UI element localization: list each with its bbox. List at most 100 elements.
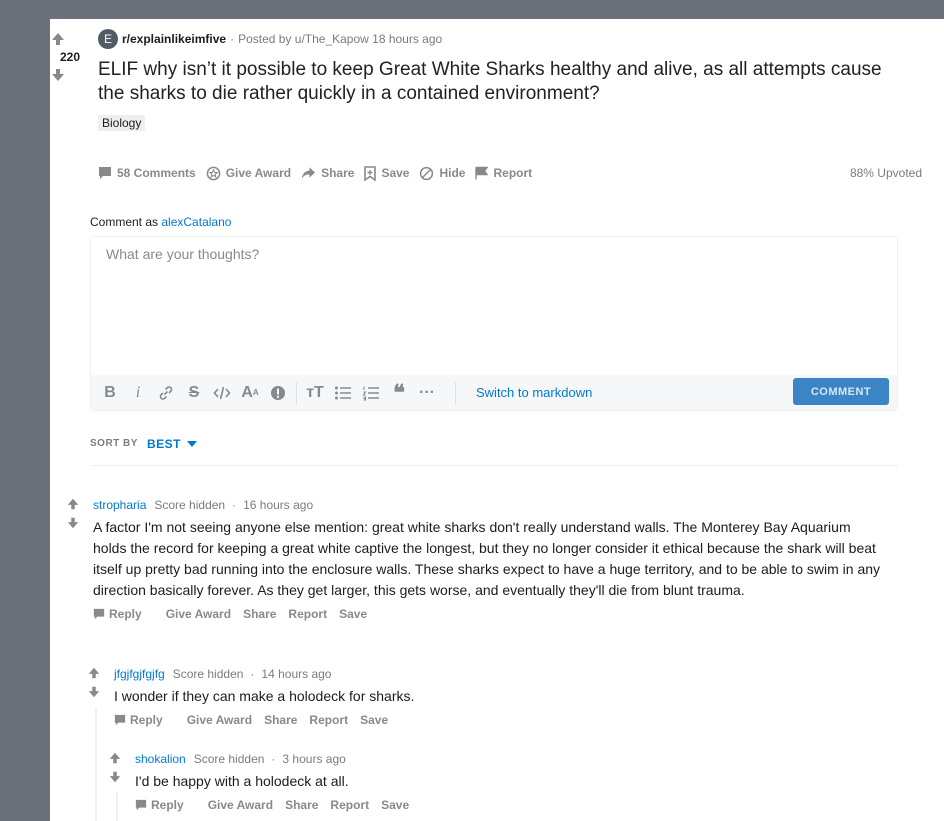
post-action-bar: 58 Comments Give Award Share Save Hide R… bbox=[98, 164, 922, 182]
share-icon bbox=[302, 167, 316, 179]
comment-body: I wonder if they can make a holodeck for… bbox=[114, 688, 415, 704]
sort-bar: SORT BY BEST bbox=[90, 437, 898, 466]
subreddit-icon[interactable]: E bbox=[98, 29, 118, 49]
share-button[interactable]: Share bbox=[264, 713, 297, 727]
comment-header: shokalion Score hidden · 3 hours ago bbox=[135, 751, 875, 767]
hide-button[interactable]: Hide bbox=[419, 166, 465, 181]
toolbar-divider bbox=[296, 381, 297, 404]
reply-label: Reply bbox=[109, 607, 142, 621]
link-icon[interactable] bbox=[152, 379, 180, 407]
comment-icon bbox=[114, 714, 126, 726]
comment-vote-column bbox=[87, 666, 107, 699]
report-button[interactable]: Report bbox=[288, 607, 327, 621]
reply-button[interactable]: Reply bbox=[114, 713, 175, 727]
comment-textarea[interactable] bbox=[91, 237, 897, 376]
comment-author[interactable]: shokalion bbox=[135, 752, 186, 766]
comment-body: A factor I'm not seeing anyone else ment… bbox=[93, 519, 881, 598]
meta-separator: · bbox=[250, 667, 255, 681]
upvote-arrow-icon[interactable] bbox=[66, 497, 86, 511]
switch-to-markdown-link[interactable]: Switch to markdown bbox=[476, 385, 592, 400]
comment-header: jfgjfgjfgjfg Score hidden · 14 hours ago bbox=[114, 666, 874, 682]
post-title: ELIF why isn’t it possible to keep Great… bbox=[98, 59, 882, 104]
share-label: Share bbox=[321, 166, 355, 180]
comment-body: I'd be happy with a holodeck at all. bbox=[135, 773, 349, 789]
report-button[interactable]: Report bbox=[309, 713, 348, 727]
comment-icon bbox=[99, 167, 111, 179]
meta-separator: · bbox=[271, 752, 276, 766]
downvote-arrow-icon[interactable] bbox=[66, 516, 86, 530]
caret-down-icon bbox=[186, 441, 197, 447]
comment-as-label: Comment as bbox=[90, 215, 159, 229]
comment-actions: Reply Give Award Share Report Save bbox=[93, 606, 883, 622]
posted-by: Posted by u/The_Kapow 18 hours ago bbox=[238, 32, 443, 46]
numbered-list-icon[interactable] bbox=[357, 379, 385, 407]
upvote-arrow-icon[interactable] bbox=[50, 31, 90, 47]
comment-submit-button[interactable]: COMMENT bbox=[793, 378, 889, 405]
comments-label: 58 Comments bbox=[117, 166, 196, 180]
downvote-arrow-icon[interactable] bbox=[87, 685, 107, 699]
report-label: Report bbox=[493, 166, 533, 180]
report-button[interactable]: Report bbox=[475, 166, 532, 180]
comment-time[interactable]: 16 hours ago bbox=[243, 498, 313, 512]
comment-time[interactable]: 3 hours ago bbox=[282, 752, 345, 766]
vote-count: 220 bbox=[59, 50, 81, 64]
upvote-arrow-icon[interactable] bbox=[108, 751, 128, 765]
sort-dropdown[interactable]: BEST bbox=[147, 437, 197, 451]
comments-button[interactable]: 58 Comments bbox=[98, 166, 196, 180]
save-button[interactable]: Save bbox=[381, 798, 409, 812]
post-meta: E r/explainlikeimfive · Posted by u/The_… bbox=[98, 29, 924, 49]
superscript-icon[interactable]: AA bbox=[236, 379, 264, 407]
comment-actions: Reply Give Award Share Report Save bbox=[135, 797, 875, 813]
sort-value: BEST bbox=[146, 437, 181, 451]
username-link[interactable]: alexCatalano bbox=[161, 215, 231, 229]
give-award-button[interactable]: Give Award bbox=[208, 798, 273, 812]
save-button[interactable]: Save bbox=[339, 607, 367, 621]
comment-author[interactable]: stropharia bbox=[93, 498, 146, 512]
post-content: E r/explainlikeimfive · Posted by u/The_… bbox=[98, 29, 924, 132]
post-card: 220 E r/explainlikeimfive · Posted by u/… bbox=[50, 19, 944, 821]
meta-separator: · bbox=[230, 32, 235, 46]
code-icon[interactable] bbox=[208, 379, 236, 407]
downvote-arrow-icon[interactable] bbox=[50, 67, 90, 83]
save-button[interactable]: Save bbox=[360, 713, 388, 727]
give-award-button[interactable]: Give Award bbox=[187, 713, 252, 727]
bulleted-list-icon[interactable] bbox=[329, 379, 357, 407]
comment-editor: B i S AA тT ❝ ··· Switch to m bbox=[90, 236, 898, 411]
comment-vote-column bbox=[66, 497, 86, 530]
share-button[interactable]: Share bbox=[243, 607, 276, 621]
reply-button[interactable]: Reply bbox=[93, 607, 154, 621]
reply-button[interactable]: Reply bbox=[135, 798, 196, 812]
more-options-icon[interactable]: ··· bbox=[413, 379, 441, 407]
comment-as-line: Comment as alexCatalano bbox=[90, 215, 231, 229]
comment-time[interactable]: 14 hours ago bbox=[261, 667, 331, 681]
upvote-arrow-icon[interactable] bbox=[87, 666, 107, 680]
subreddit-link[interactable]: r/explainlikeimfive bbox=[122, 32, 226, 46]
award-icon bbox=[206, 166, 221, 180]
post-vote-column: 220 bbox=[50, 31, 90, 83]
comment-icon bbox=[93, 608, 105, 620]
meta-separator: · bbox=[232, 498, 237, 512]
hide-icon bbox=[420, 166, 434, 180]
strikethrough-icon[interactable]: S bbox=[180, 379, 208, 407]
spoiler-icon[interactable] bbox=[264, 379, 292, 407]
share-button[interactable]: Share bbox=[301, 166, 354, 180]
heading-icon[interactable]: тT bbox=[301, 379, 329, 407]
bold-icon[interactable]: B bbox=[96, 379, 124, 407]
report-button[interactable]: Report bbox=[330, 798, 369, 812]
toolbar-divider-2 bbox=[455, 381, 456, 404]
comment-author[interactable]: jfgjfgjfgjfg bbox=[114, 667, 165, 681]
upvote-ratio: 88% Upvoted bbox=[849, 166, 922, 180]
comment-actions: Reply Give Award Share Report Save bbox=[114, 712, 874, 728]
italic-icon[interactable]: i bbox=[124, 379, 152, 407]
flag-icon bbox=[475, 166, 489, 180]
share-button[interactable]: Share bbox=[285, 798, 318, 812]
comment-vote-column bbox=[108, 751, 128, 784]
downvote-arrow-icon[interactable] bbox=[108, 770, 128, 784]
thread-line bbox=[116, 793, 118, 821]
give-award-button[interactable]: Give Award bbox=[206, 166, 291, 181]
save-button[interactable]: Save bbox=[364, 165, 409, 181]
quote-icon[interactable]: ❝ bbox=[385, 379, 413, 407]
post-flair[interactable]: Biology bbox=[98, 115, 146, 131]
comment-score: Score hidden bbox=[193, 752, 265, 766]
give-award-button[interactable]: Give Award bbox=[166, 607, 231, 621]
